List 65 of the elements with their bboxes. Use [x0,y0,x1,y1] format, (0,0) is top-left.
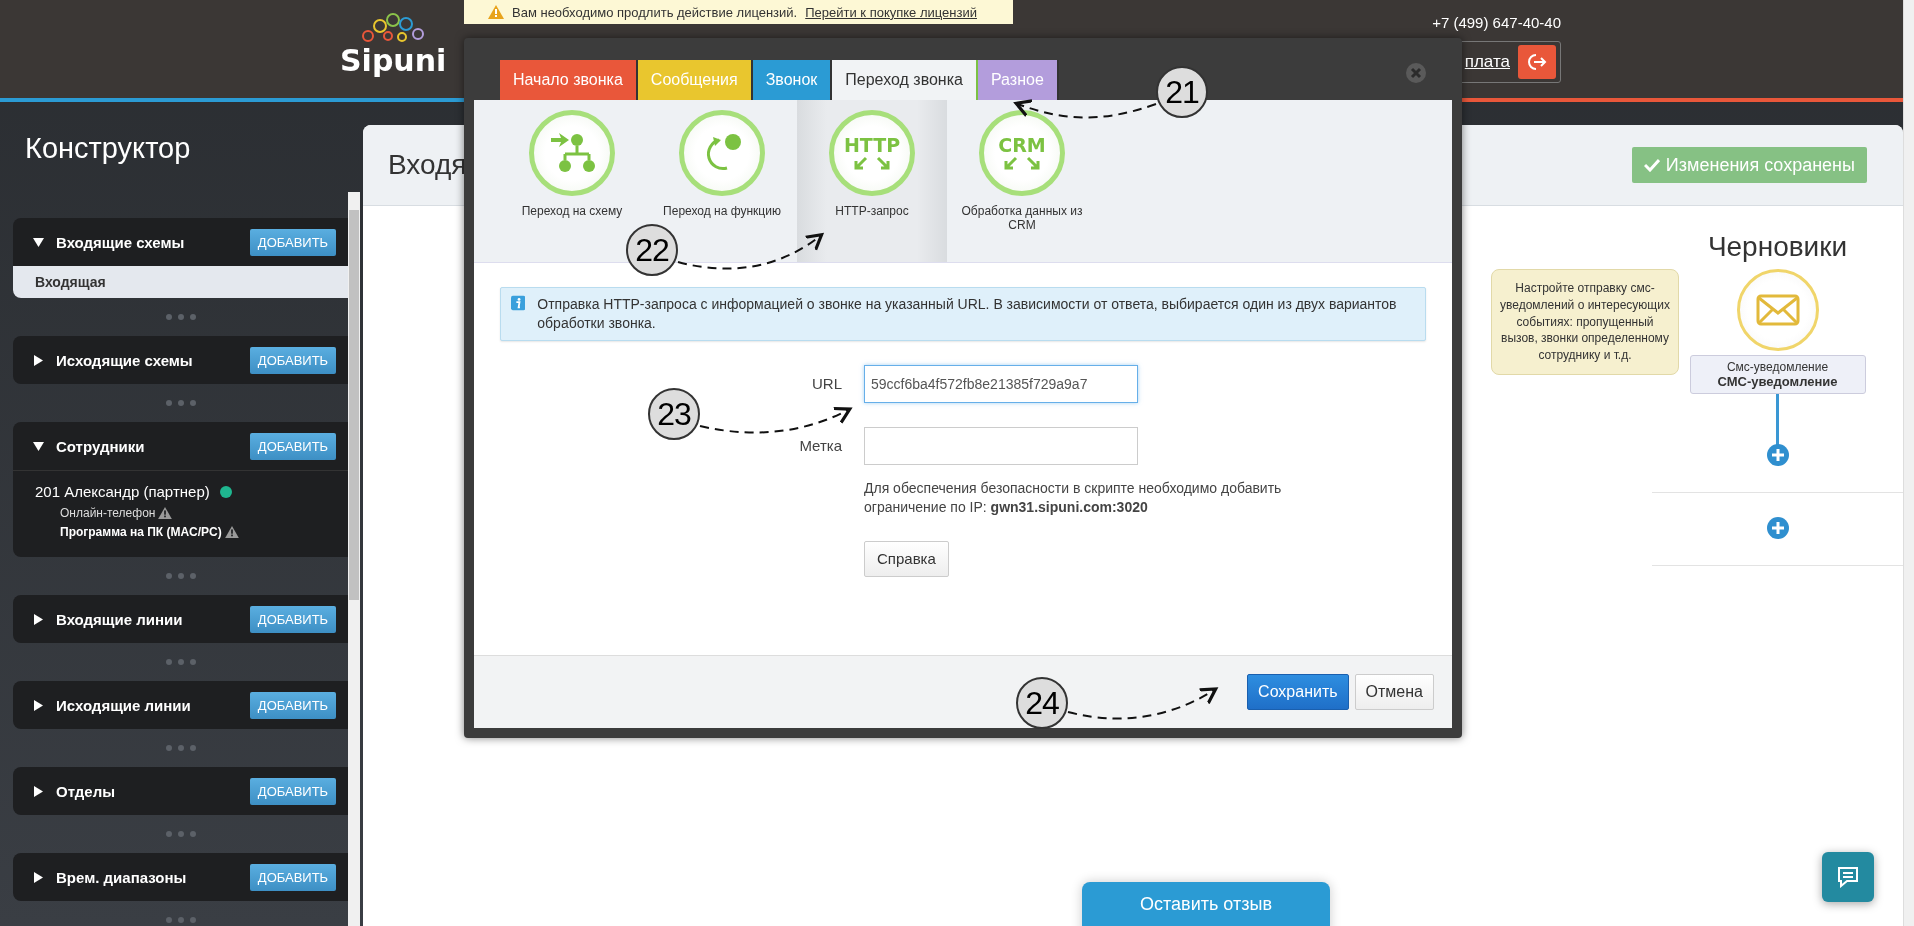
sidebar-title: Конструктор [24,131,192,166]
connector-line [1776,394,1779,446]
warning-icon [488,5,504,19]
info-text: Отправка HTTP-запроса с информацией о звонке на указанный URL. В зависимости от ответа, выбирается один из двух вариантов обработки звонка. [537,295,1398,333]
more-dots-icon [165,659,196,665]
section-title[interactable]: Входящие схемы [56,233,238,251]
input-field[interactable] [864,426,1138,465]
close-icon[interactable] [1405,62,1427,84]
input-field[interactable]: 59ccf6ba4f572fb8e21385f729a9a7 [864,364,1138,403]
caret-icon[interactable] [33,354,44,366]
section-title[interactable]: Исходящие линии [56,696,238,714]
save-button[interactable]: Сохранить [1247,674,1349,710]
info-icon [511,295,526,311]
license-message: Вам необходимо продлить действие лицензий. [512,4,798,20]
warning-icon [158,507,173,519]
device-label: Онлайн-телефон [60,506,156,520]
check-icon [1643,158,1660,172]
buy-licenses-link[interactable]: Перейти к покупке лицензий [805,4,977,20]
chat-button[interactable] [1822,852,1874,902]
more-dots-icon [165,314,196,320]
scheme-item[interactable]: Входящая [13,266,348,298]
scrollbar[interactable] [348,192,360,926]
action-option[interactable]: HTTP HTTP-запрос [797,100,947,262]
more-dots-icon [165,573,196,579]
more-dots-icon [165,400,196,406]
logout-icon [1527,53,1547,71]
phone-number: +7 (499) 647-40-40 [1432,14,1561,31]
section-title[interactable]: Отделы [56,782,238,800]
dialog-tab[interactable]: Переход звонка [832,60,978,100]
action-option[interactable]: CRM Обработка данных из CRM [947,100,1097,262]
section-title[interactable]: Врем. диапазоны [56,868,238,886]
field-label: Метка [798,435,842,456]
page-title: Входя [388,149,467,181]
caret-icon[interactable] [33,699,44,711]
device-label: Программа на ПК (MAC/PC) [60,525,222,539]
caret-icon[interactable] [33,440,44,452]
logout-button[interactable] [1518,45,1556,79]
section-title[interactable]: Исходящие схемы [56,351,238,369]
chat-icon [1836,866,1860,888]
section-title[interactable]: Входящие линии [56,610,238,628]
hint-tooltip: Настройте отправку смс-уведомлений о интересующих событиях: пропущенный вызов, звонки определенному сотруднику и т.д. [1491,269,1679,375]
section-title[interactable]: Сотрудники [56,437,238,455]
more-dots-icon [165,745,196,751]
page-scrollbar[interactable] [1903,0,1914,926]
dialog-tab[interactable]: Начало звонка [500,60,638,100]
drafts-title: Черновики [1707,231,1848,264]
more-dots-icon [165,917,196,923]
help-button[interactable]: Справка [864,540,949,577]
more-dots-icon [165,831,196,837]
node-label[interactable]: Смс-уведомление СМС-уведомление [1689,355,1866,394]
caret-icon[interactable] [33,785,44,797]
add-icon[interactable] [1766,444,1789,466]
caret-icon[interactable] [33,613,44,625]
field-label: URL [811,373,842,394]
caret-icon[interactable] [33,236,44,248]
cancel-button[interactable]: Отмена [1354,674,1434,710]
logo-text[interactable]: Sipuni [340,46,447,76]
security-note: Для обеспечения безопасности в скрипте необходимо добавить ограничение по IP: gwn31.sipuni.com:3020 [864,478,1283,517]
payment-link[interactable]: плата [1464,52,1510,72]
employee-name[interactable]: 201 Александр (партнер) [35,483,210,500]
add-icon[interactable] [1766,517,1789,539]
warning-icon [224,526,239,538]
caret-icon[interactable] [33,871,44,883]
node-name: СМС-уведомление [1717,374,1838,389]
node-type: Смс-уведомление [1726,360,1829,374]
